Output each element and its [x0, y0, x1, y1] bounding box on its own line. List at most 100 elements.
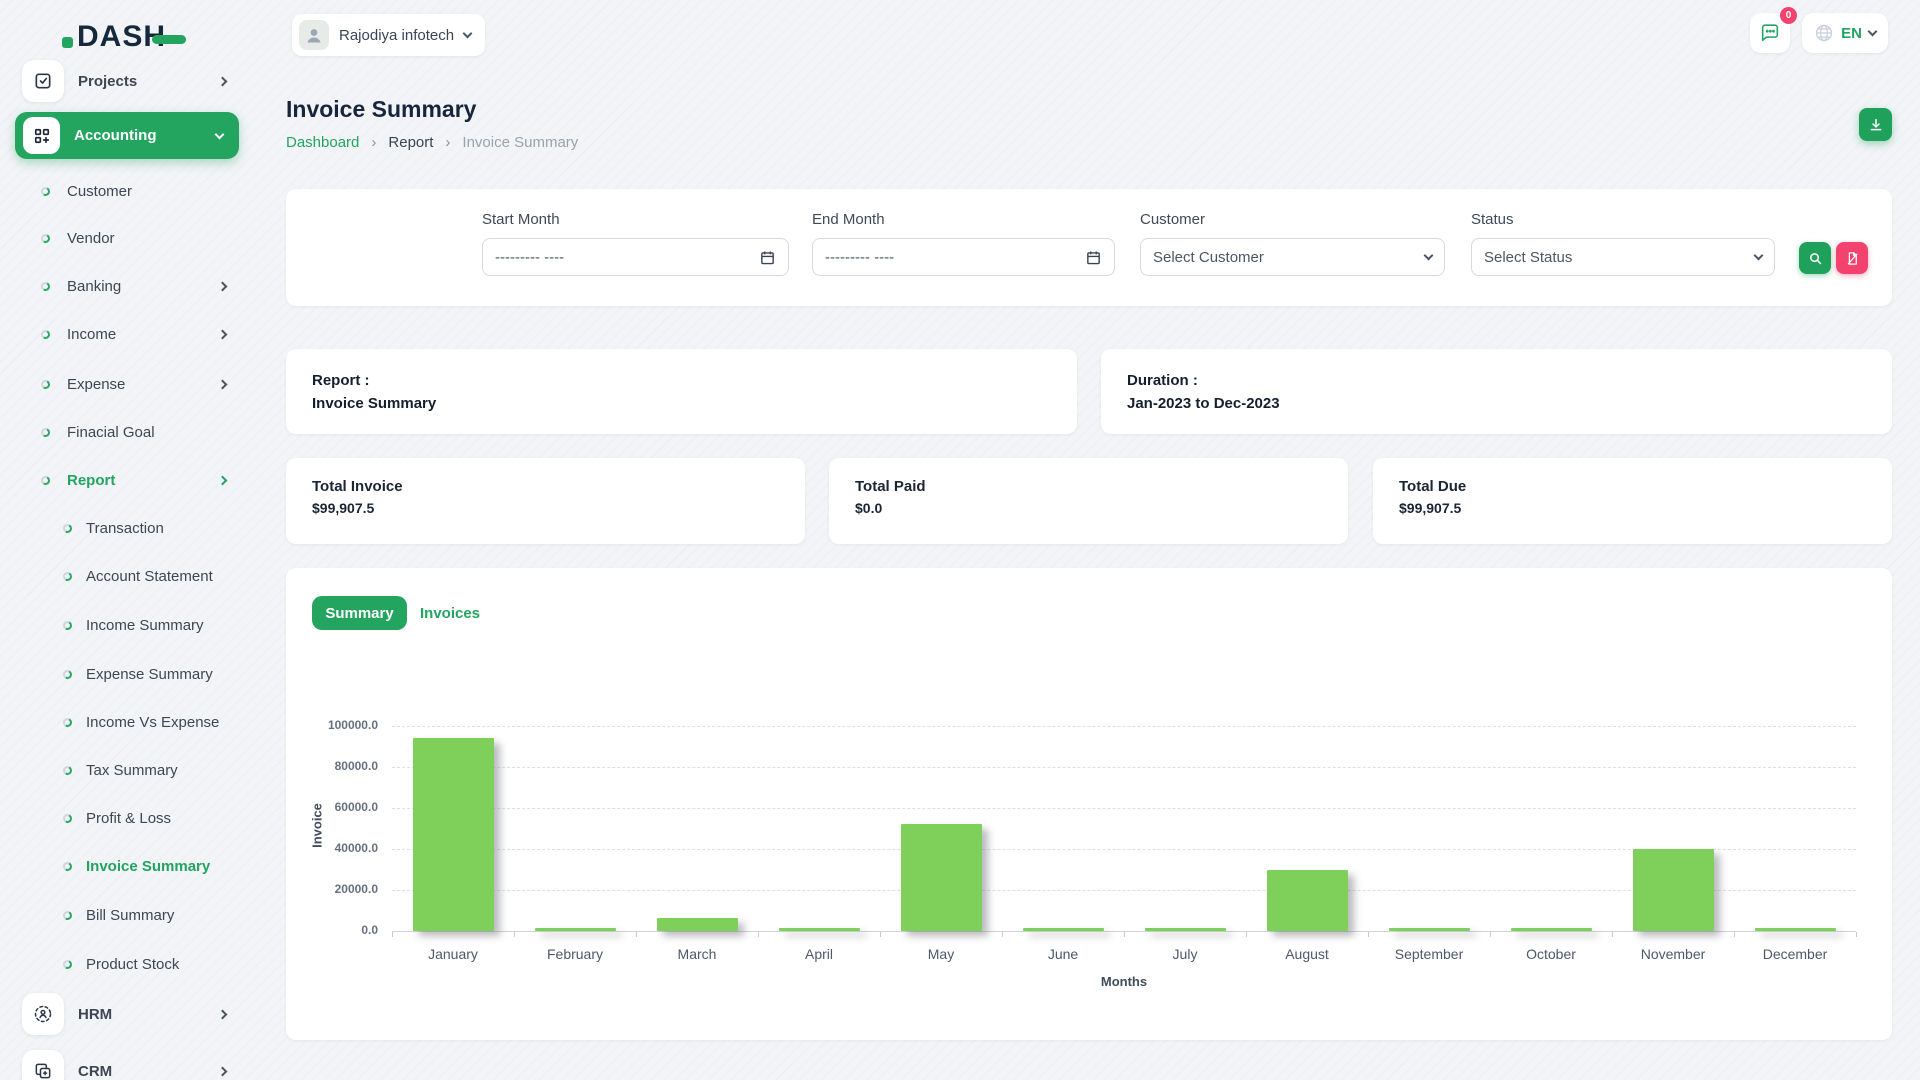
- report-label: Report :: [312, 369, 1051, 392]
- language-selector[interactable]: EN: [1802, 13, 1888, 53]
- customer-group: Customer Select Customer: [1140, 211, 1445, 276]
- sidebar-item-crm[interactable]: CRM: [0, 1047, 260, 1080]
- sidebar-item-customer[interactable]: Customer: [0, 167, 260, 215]
- workspace-switcher[interactable]: Rajodiya infotech: [292, 14, 485, 56]
- sidebar-item-transaction[interactable]: Transaction: [0, 504, 260, 552]
- chevron-down-icon: [215, 129, 225, 139]
- sidebar-item-product-stock[interactable]: Product Stock: [0, 940, 260, 988]
- y-axis-tick-label: 80000.0: [286, 759, 378, 773]
- bullet-icon: [62, 619, 73, 630]
- chart-bar-december[interactable]: [1755, 928, 1836, 931]
- status-select[interactable]: Select Status: [1471, 238, 1775, 276]
- sidebar-item-invoice-summary[interactable]: Invoice Summary: [0, 842, 260, 890]
- download-button[interactable]: [1859, 108, 1892, 141]
- sidebar-item-income-summary[interactable]: Income Summary: [0, 601, 260, 649]
- sidebar-item-hrm[interactable]: HRM: [0, 990, 260, 1038]
- checkbox-icon: [22, 60, 64, 102]
- sidebar-item-account-statement[interactable]: Account Statement: [0, 552, 260, 600]
- breadcrumb-report[interactable]: Report: [388, 134, 433, 151]
- sidebar-item-label: Bill Summary: [86, 907, 174, 924]
- sidebar-item-vendor[interactable]: Vendor: [0, 214, 260, 262]
- start-month-input[interactable]: --------- ----: [482, 238, 789, 276]
- breadcrumb-separator: ›: [445, 134, 450, 151]
- report-value: Invoice Summary: [312, 392, 1051, 415]
- calendar-icon: [759, 249, 776, 266]
- chart-bar-october[interactable]: [1511, 928, 1592, 931]
- sidebar-item-label: Transaction: [86, 520, 164, 537]
- x-axis-tick: [1734, 932, 1735, 937]
- sidebar-item-label: HRM: [78, 1006, 112, 1023]
- sidebar-item-report[interactable]: Report: [0, 456, 260, 504]
- sidebar-item-expense[interactable]: Expense: [0, 360, 260, 408]
- bullet-icon: [62, 522, 73, 533]
- messages-button[interactable]: 0: [1750, 13, 1790, 53]
- sidebar-item-profit-loss[interactable]: Profit & Loss: [0, 794, 260, 842]
- app-root: DASH Rajodiya infotech 0 EN Projects Acc…: [0, 0, 1920, 1080]
- page-title: Invoice Summary: [286, 96, 476, 123]
- chart-bar-march[interactable]: [657, 918, 738, 931]
- sidebar-item-label: Banking: [67, 278, 121, 295]
- sidebar-item-income-vs-expense[interactable]: Income Vs Expense: [0, 698, 260, 746]
- x-axis-label: November: [1612, 946, 1734, 962]
- status-group: Status Select Status: [1471, 211, 1775, 276]
- logo-accent-dot-icon: [62, 37, 73, 48]
- x-axis-tick: [1124, 932, 1125, 937]
- sidebar-item-expense-summary[interactable]: Expense Summary: [0, 650, 260, 698]
- chevron-right-icon: [218, 475, 228, 485]
- sidebar-item-label: Expense Summary: [86, 666, 213, 683]
- bullet-icon: [40, 232, 51, 243]
- chart-bar-may[interactable]: [901, 824, 982, 931]
- status-select-value: Select Status: [1484, 249, 1572, 266]
- x-axis-label: August: [1246, 946, 1368, 962]
- breadcrumb-dashboard-link[interactable]: Dashboard: [286, 134, 359, 151]
- chart-bar-february[interactable]: [535, 928, 616, 931]
- language-code: EN: [1841, 25, 1862, 42]
- app-logo[interactable]: DASH: [62, 20, 186, 54]
- end-month-group: End Month --------- ----: [812, 211, 1115, 276]
- status-label: Status: [1471, 211, 1775, 228]
- sidebar-item-label: Finacial Goal: [67, 424, 155, 441]
- apply-filter-button[interactable]: [1799, 242, 1831, 274]
- chart-card: Summary Invoices Invoice Months 0.020000…: [286, 568, 1892, 1040]
- customer-select-value: Select Customer: [1153, 249, 1264, 266]
- breadcrumb: Dashboard › Report › Invoice Summary: [286, 134, 578, 151]
- sidebar-item-projects[interactable]: Projects: [0, 57, 260, 105]
- sidebar-item-accounting[interactable]: Accounting: [15, 112, 239, 159]
- chart-bar-april[interactable]: [779, 928, 860, 931]
- chart-bar-september[interactable]: [1389, 928, 1470, 931]
- chart-bar-january[interactable]: [413, 738, 494, 931]
- sidebar-item-income[interactable]: Income: [0, 310, 260, 358]
- month-input-placeholder: --------- ----: [825, 249, 894, 266]
- x-axis-label: July: [1124, 946, 1246, 962]
- y-axis-tick-label: 20000.0: [286, 882, 378, 896]
- calendar-icon: [1085, 249, 1102, 266]
- sidebar-item-financial-goal[interactable]: Finacial Goal: [0, 408, 260, 456]
- gridline: [392, 767, 1856, 768]
- sidebar-item-label: Product Stock: [86, 956, 179, 973]
- sidebar-item-label: Account Statement: [86, 568, 213, 585]
- search-icon: [1808, 251, 1823, 266]
- sidebar-item-label: Projects: [78, 73, 137, 90]
- breadcrumb-current: Invoice Summary: [462, 134, 578, 151]
- reset-filter-button[interactable]: [1836, 242, 1868, 274]
- sidebar-item-bill-summary[interactable]: Bill Summary: [0, 891, 260, 939]
- chart-bar-august[interactable]: [1267, 870, 1348, 932]
- bullet-icon: [62, 812, 73, 823]
- bullet-icon: [62, 570, 73, 581]
- chevron-down-icon: [1754, 251, 1764, 261]
- customer-select[interactable]: Select Customer: [1140, 238, 1445, 276]
- end-month-input[interactable]: --------- ----: [812, 238, 1115, 276]
- x-axis-label: September: [1368, 946, 1490, 962]
- chart-bar-november[interactable]: [1633, 849, 1714, 931]
- sidebar-item-label: Income Vs Expense: [86, 714, 219, 731]
- chart-bar-july[interactable]: [1145, 928, 1226, 931]
- chart-bar-june[interactable]: [1023, 928, 1104, 931]
- sidebar-item-tax-summary[interactable]: Tax Summary: [0, 746, 260, 794]
- sidebar-item-label: Report: [67, 472, 115, 489]
- x-axis-label: April: [758, 946, 880, 962]
- sidebar-item-banking[interactable]: Banking: [0, 262, 260, 310]
- sidebar-item-label: Expense: [67, 376, 125, 393]
- report-info-card: Report : Invoice Summary: [286, 349, 1077, 434]
- y-axis-tick-label: 40000.0: [286, 841, 378, 855]
- total-invoice-card: Total Invoice $99,907.5: [286, 458, 805, 544]
